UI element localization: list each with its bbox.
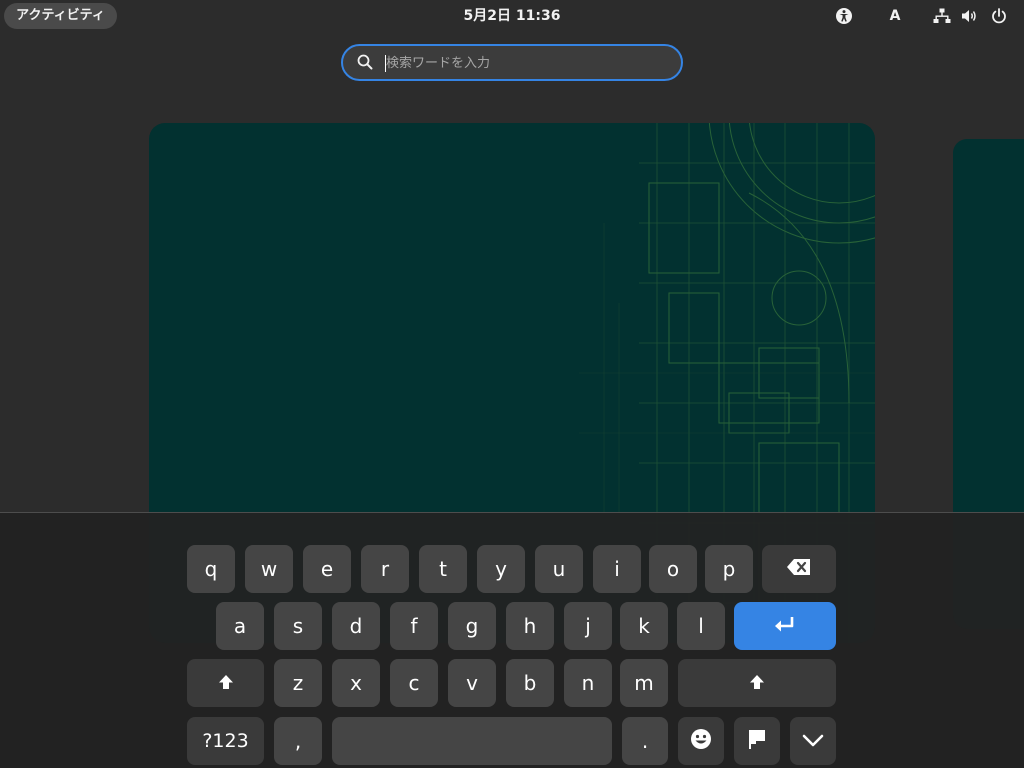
key-k[interactable]: k xyxy=(620,602,668,650)
key-l[interactable]: l xyxy=(677,602,725,650)
shift-icon xyxy=(749,671,765,695)
clock[interactable]: 5月2日 11:36 xyxy=(440,3,584,29)
key-v[interactable]: v xyxy=(448,659,496,707)
enter-icon xyxy=(774,614,796,638)
shift-key-right[interactable] xyxy=(678,659,836,707)
search-box[interactable] xyxy=(341,44,683,81)
key-s[interactable]: s xyxy=(274,602,322,650)
emoji-key[interactable] xyxy=(678,717,724,765)
key-r[interactable]: r xyxy=(361,545,409,593)
key-y[interactable]: y xyxy=(477,545,525,593)
emoji-icon xyxy=(690,728,712,755)
accessibility-icon[interactable] xyxy=(834,6,854,26)
enter-key[interactable] xyxy=(734,602,836,650)
network-wired-icon[interactable] xyxy=(932,6,952,26)
volume-icon[interactable] xyxy=(960,6,980,26)
overview-screen: アクティビティ 5月2日 11:36 A 検索ワードを入力 q w e r t … xyxy=(0,0,1024,768)
space-key[interactable] xyxy=(332,717,612,765)
key-o[interactable]: o xyxy=(649,545,697,593)
key-z[interactable]: z xyxy=(274,659,322,707)
key-c[interactable]: c xyxy=(390,659,438,707)
key-period[interactable]: . xyxy=(622,717,668,765)
activities-button[interactable]: アクティビティ xyxy=(4,3,117,29)
shift-key-left[interactable] xyxy=(187,659,264,707)
input-source-indicator[interactable]: A xyxy=(884,6,906,26)
key-f[interactable]: f xyxy=(390,602,438,650)
key-x[interactable]: x xyxy=(332,659,380,707)
key-b[interactable]: b xyxy=(506,659,554,707)
language-key[interactable] xyxy=(734,717,780,765)
key-comma[interactable]: , xyxy=(274,717,322,765)
key-q[interactable]: q xyxy=(187,545,235,593)
key-d[interactable]: d xyxy=(332,602,380,650)
chevron-down-icon xyxy=(802,729,824,753)
flag-icon xyxy=(747,728,767,755)
numbers-symbols-key[interactable]: ?123 xyxy=(187,717,264,765)
key-n[interactable]: n xyxy=(564,659,612,707)
key-a[interactable]: a xyxy=(216,602,264,650)
key-t[interactable]: t xyxy=(419,545,467,593)
on-screen-keyboard: q w e r t y u i o p a s d f g h j k l z … xyxy=(0,512,1024,768)
key-h[interactable]: h xyxy=(506,602,554,650)
key-i[interactable]: i xyxy=(593,545,641,593)
key-j[interactable]: j xyxy=(564,602,612,650)
key-p[interactable]: p xyxy=(705,545,753,593)
key-e[interactable]: e xyxy=(303,545,351,593)
search-icon xyxy=(357,54,373,74)
backspace-key[interactable] xyxy=(762,545,836,593)
backspace-icon xyxy=(786,557,812,581)
search-input[interactable] xyxy=(386,50,666,76)
key-u[interactable]: u xyxy=(535,545,583,593)
key-g[interactable]: g xyxy=(448,602,496,650)
top-bar: アクティビティ 5月2日 11:36 A xyxy=(0,0,1024,32)
power-icon[interactable] xyxy=(989,6,1009,26)
key-w[interactable]: w xyxy=(245,545,293,593)
shift-icon xyxy=(218,671,234,695)
key-m[interactable]: m xyxy=(620,659,668,707)
hide-keyboard-key[interactable] xyxy=(790,717,836,765)
